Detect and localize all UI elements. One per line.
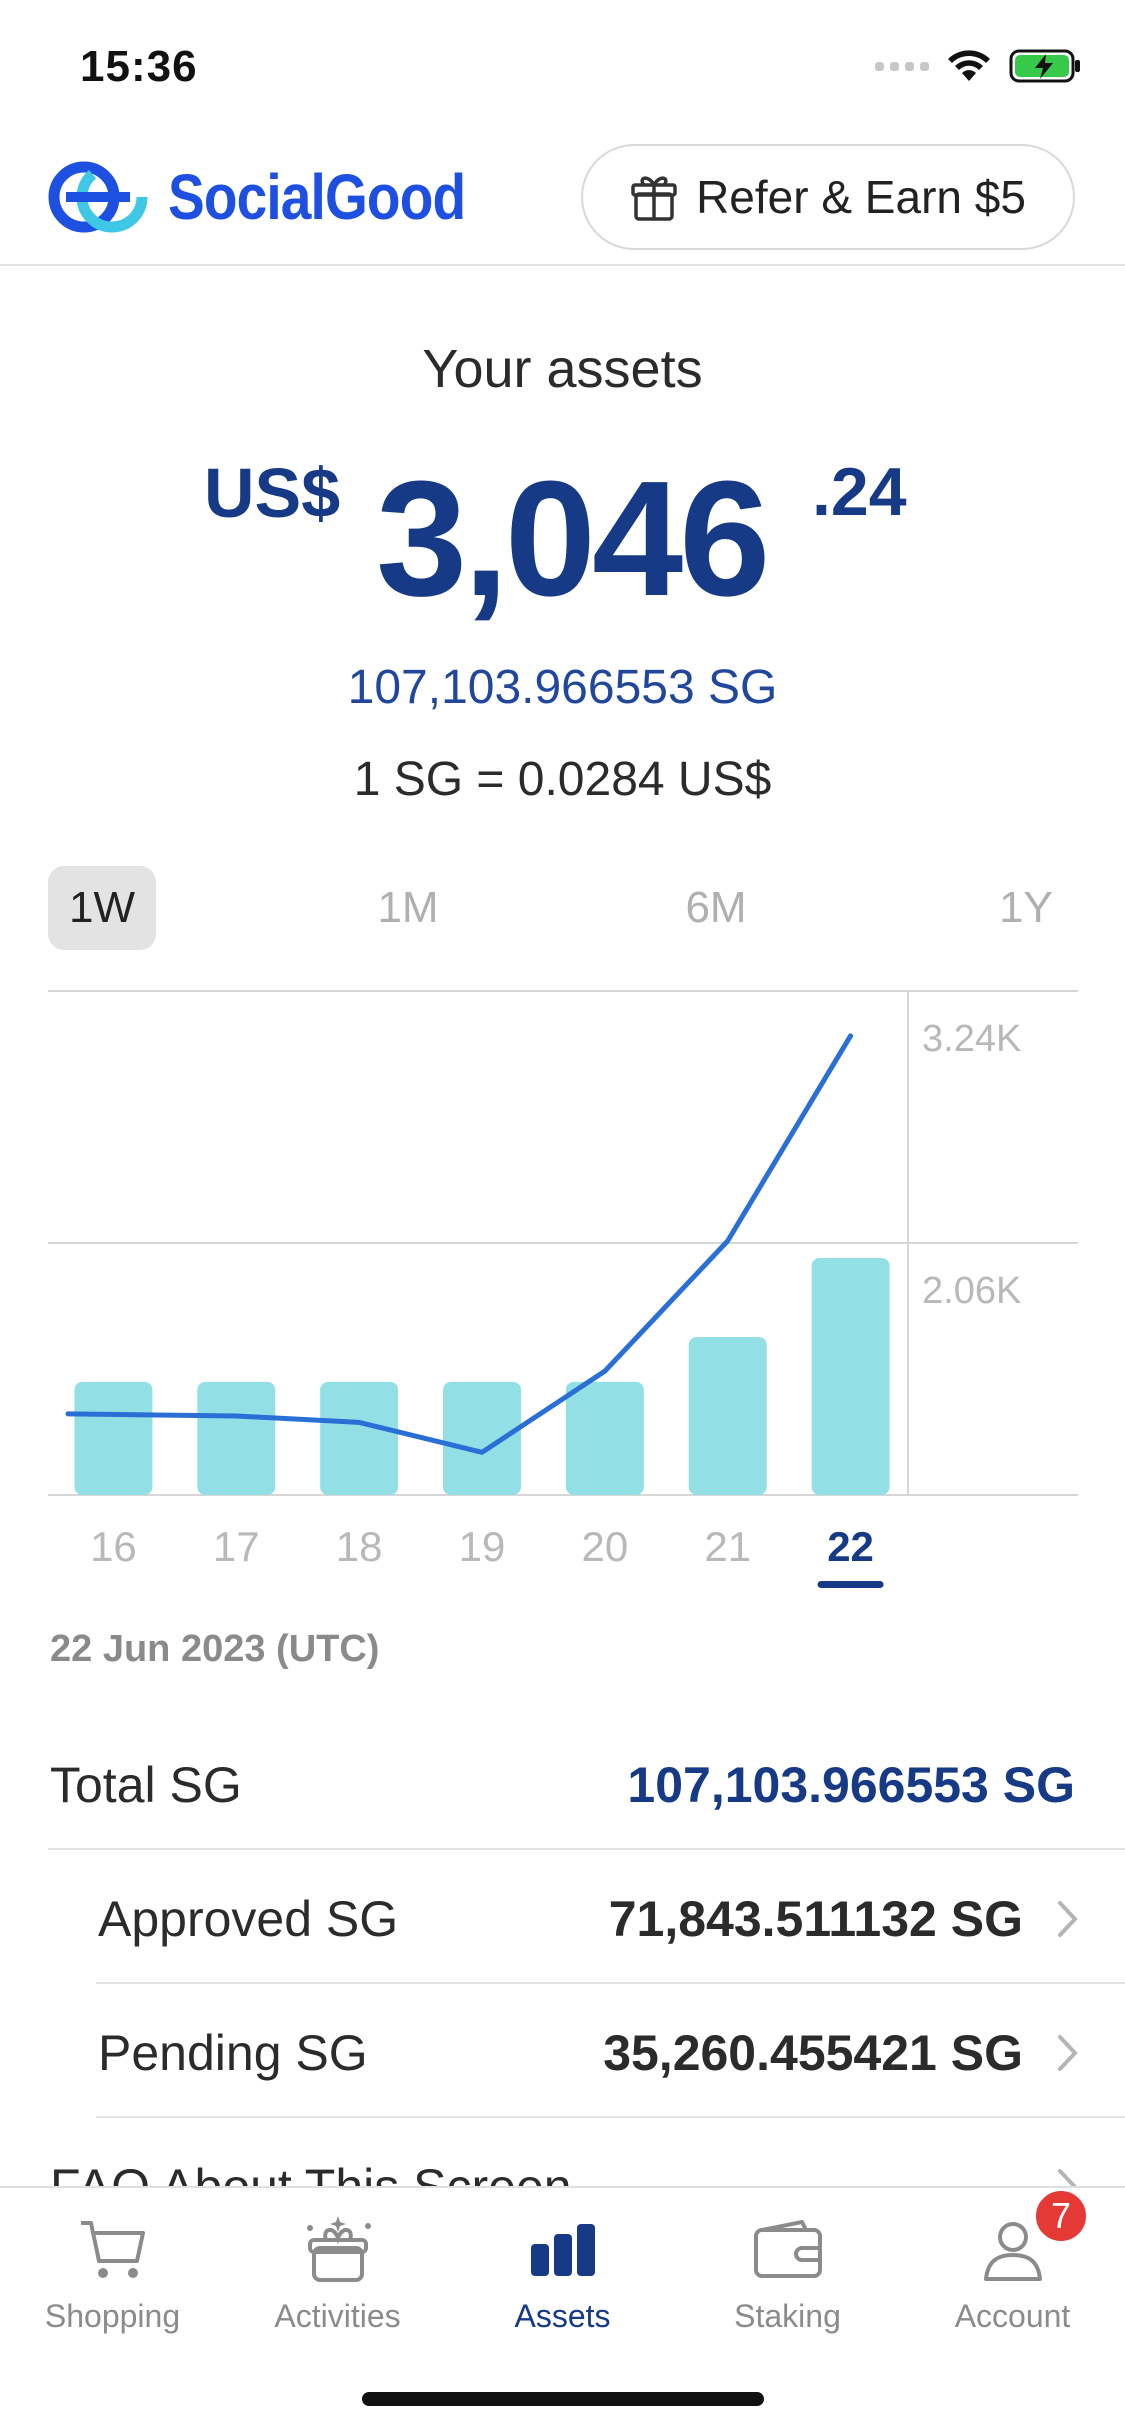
total-sg-row: Total SG 107,103.966553 SG: [0, 1716, 1125, 1850]
nav-account-label: Account: [954, 2298, 1071, 2334]
status-bar: 15:36: [0, 0, 1125, 140]
asset-amount: US$ 3,046 .24: [0, 445, 1125, 635]
cellular-signal-icon: [875, 61, 929, 71]
nav-account[interactable]: Account 7: [900, 2188, 1125, 2350]
amount-integer: 3,046: [376, 447, 770, 630]
refer-earn-button[interactable]: Refer & Earn $5: [581, 144, 1075, 250]
amount-decimal: .24: [812, 454, 907, 530]
x-tick-label: 21: [704, 1523, 751, 1570]
amount-currency: US$: [204, 454, 341, 532]
assets-chart[interactable]: 3.24K 2.06K 16 17 18 19 20 21 22: [0, 985, 1125, 1605]
pending-sg-label: Pending SG: [98, 2025, 368, 2081]
chart-svg: 3.24K 2.06K 16 17 18 19 20 21 22: [48, 990, 1078, 1588]
home-indicator: [362, 2392, 764, 2406]
x-tick-label: 16: [90, 1523, 137, 1570]
nav-shopping-label: Shopping: [44, 2298, 181, 2334]
pending-sg-row[interactable]: Pending SG 35,260.455421 SG: [0, 1984, 1125, 2118]
battery-charging-icon: [1009, 49, 1080, 83]
x-tick-label: 17: [213, 1523, 260, 1570]
gift-box-icon: [298, 2210, 378, 2290]
y-tick-label: 3.24K: [922, 1018, 1021, 1060]
x-tick-label: 19: [459, 1523, 506, 1570]
chart-bar: [443, 1381, 521, 1495]
chevron-right-icon: [1058, 1901, 1078, 1937]
selected-date: 22 Jun 2023 (UTC): [50, 1628, 380, 1670]
nav-staking[interactable]: Staking: [675, 2210, 900, 2350]
brand-name: SocialGood: [168, 161, 466, 233]
x-tick-label: 20: [581, 1523, 628, 1570]
app-header: SocialGood Refer & Earn $5: [0, 140, 1125, 266]
refer-earn-label: Refer & Earn $5: [696, 171, 1026, 223]
chart-bar: [197, 1381, 276, 1495]
cart-icon: [73, 2210, 153, 2290]
nav-shopping[interactable]: Shopping: [0, 2210, 225, 2350]
assets-title: Your assets: [422, 339, 703, 399]
nav-assets[interactable]: Assets: [450, 2210, 675, 2350]
range-tabs: 1W 1M 6M 1Y: [48, 866, 1078, 950]
status-time: 15:36: [80, 42, 198, 91]
tab-1y[interactable]: 1Y: [976, 866, 1076, 950]
wallet-icon: [748, 2210, 828, 2290]
status-icons: [875, 48, 1081, 84]
chart-bar: [811, 1257, 890, 1495]
chart-bar: [320, 1381, 399, 1495]
x-tick-label: 18: [336, 1523, 383, 1570]
approved-sg-label: Approved SG: [98, 1891, 399, 1947]
total-sg-label: Total SG: [50, 1757, 242, 1813]
notification-badge: 7: [1033, 2188, 1089, 2244]
selected-day-underline: [817, 1581, 884, 1588]
sg-total-amount: 107,103.966553 SG: [347, 661, 778, 714]
tab-1w[interactable]: 1W: [48, 866, 156, 950]
gift-icon: [631, 176, 677, 221]
chart-bar: [565, 1381, 644, 1495]
nav-activities-label: Activities: [274, 2298, 401, 2334]
socialgood-logo-icon: [48, 161, 148, 233]
tab-6m[interactable]: 6M: [666, 866, 766, 950]
y-tick-label: 2.06K: [922, 1270, 1021, 1312]
x-tick-label: 22: [827, 1523, 874, 1570]
bar-chart-icon: [523, 2210, 603, 2290]
nav-staking-label: Staking: [734, 2298, 841, 2334]
tab-1m[interactable]: 1M: [358, 866, 458, 950]
approved-sg-row[interactable]: Approved SG 71,843.511132 SG: [0, 1850, 1125, 1984]
brand-logo[interactable]: SocialGood: [46, 160, 514, 234]
exchange-rate: 1 SG = 0.0284 US$: [353, 753, 772, 806]
wifi-icon: [948, 50, 990, 81]
chart-bar: [688, 1336, 767, 1495]
pending-sg-value: 35,260.455421 SG: [603, 2025, 1023, 2081]
chevron-right-icon: [1058, 2035, 1078, 2071]
nav-activities[interactable]: Activities: [225, 2210, 450, 2350]
approved-sg-value: 71,843.511132 SG: [608, 1891, 1023, 1947]
nav-assets-label: Assets: [514, 2298, 611, 2334]
chart-bar: [74, 1381, 153, 1495]
total-sg-value: 107,103.966553 SG: [627, 1757, 1075, 1813]
